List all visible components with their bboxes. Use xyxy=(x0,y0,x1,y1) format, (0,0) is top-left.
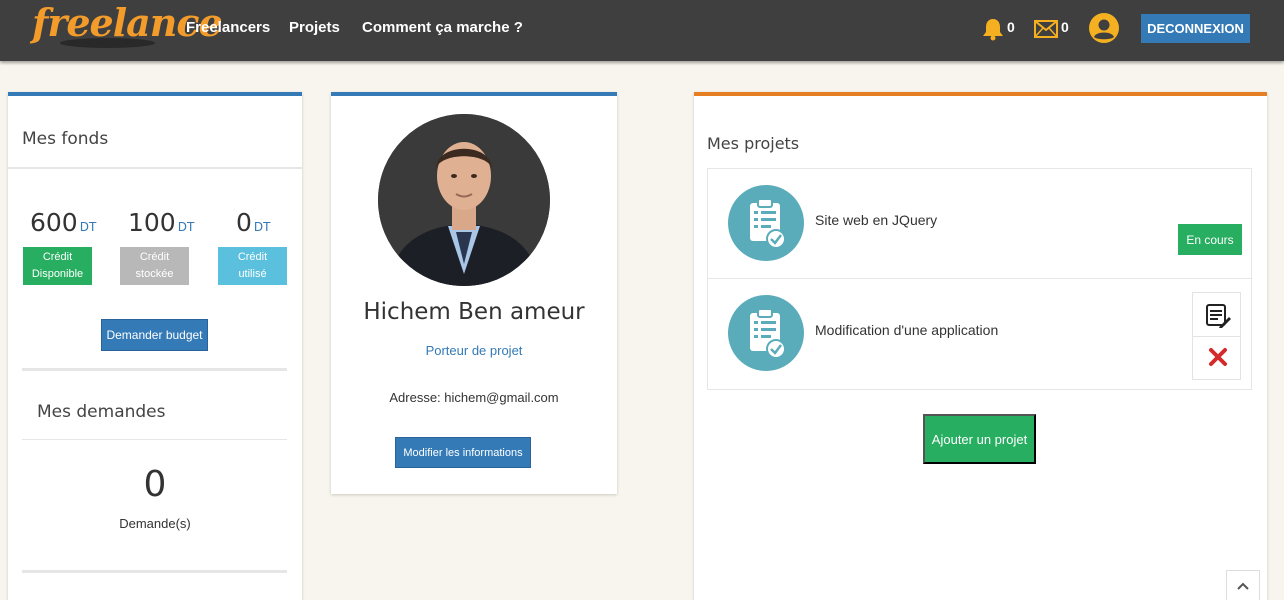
profile-role: Porteur de projet xyxy=(425,343,523,358)
profile-photo xyxy=(378,114,550,286)
divider xyxy=(22,570,287,573)
project-title[interactable]: Site web en JQuery xyxy=(815,212,937,228)
requests-title: Mes demandes xyxy=(37,402,166,422)
projects-panel: Mes projets Site web en JQuery En cours xyxy=(694,92,1267,600)
logout-button[interactable]: DECONNEXION xyxy=(1141,14,1250,43)
project-item[interactable]: Modification d'une application xyxy=(707,278,1252,390)
scroll-top-button[interactable] xyxy=(1226,570,1260,600)
requests-count: 0 xyxy=(143,464,167,505)
bell-icon[interactable] xyxy=(982,17,1004,46)
user-avatar-icon[interactable] xyxy=(1089,13,1119,48)
projects-title: Mes projets xyxy=(707,134,800,153)
credit-available-badge: Crédit Disponible xyxy=(23,247,92,285)
nav-comment-ca-marche[interactable]: Comment ça marche ? xyxy=(362,19,523,36)
divider xyxy=(22,439,287,440)
profile-address: Adresse: hichem@gmail.com xyxy=(389,390,559,405)
request-budget-button[interactable]: Demander budget xyxy=(101,319,208,351)
credit-stored-badge: Crédit stockée xyxy=(120,247,189,285)
envelope-icon[interactable] xyxy=(1034,20,1058,43)
notifications-count: 0 xyxy=(1007,19,1015,35)
fund-amount-stored: 100 DT xyxy=(128,208,195,237)
credit-used-badge: Crédit utilisé xyxy=(218,247,287,285)
requests-label: Demande(s) xyxy=(119,516,191,531)
project-item[interactable]: Site web en JQuery En cours xyxy=(707,168,1252,279)
nav-freelancers[interactable]: Freelancers xyxy=(186,19,270,36)
edit-list-icon[interactable] xyxy=(1205,303,1231,334)
add-project-button[interactable]: Ajouter un projet xyxy=(923,414,1036,464)
project-title[interactable]: Modification d'une application xyxy=(815,322,998,338)
clipboard-check-icon xyxy=(728,185,804,261)
edit-profile-button[interactable]: Modifier les informations xyxy=(395,437,531,468)
chevron-up-icon xyxy=(1236,578,1250,596)
divider xyxy=(22,368,287,371)
fund-amount-used: 0 DT xyxy=(236,208,271,237)
divider xyxy=(8,167,302,169)
profile-name: Hichem Ben ameur xyxy=(363,299,585,325)
clipboard-check-icon xyxy=(728,295,804,371)
nav-projets[interactable]: Projets xyxy=(289,19,340,36)
profile-panel: Hichem Ben ameur Porteur de projet Adres… xyxy=(331,92,617,494)
fund-amount-available: 600 DT xyxy=(30,208,97,237)
delete-icon[interactable] xyxy=(1208,347,1228,372)
funds-panel: Mes fonds 600 DT 100 DT 0 DT Crédit Disponib… xyxy=(8,92,302,600)
messages-count: 0 xyxy=(1061,19,1069,35)
top-navbar: freelance Freelancers Projets Comment ça… xyxy=(0,0,1284,61)
status-badge: En cours xyxy=(1178,224,1242,255)
funds-title: Mes fonds xyxy=(22,129,109,149)
project-actions xyxy=(1192,292,1241,380)
